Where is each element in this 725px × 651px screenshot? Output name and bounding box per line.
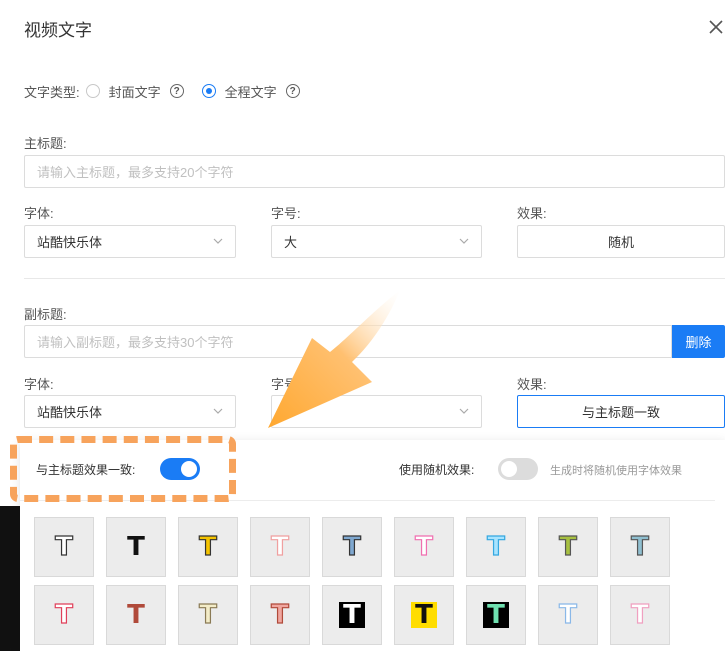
random-effect-toggle[interactable] <box>498 458 538 480</box>
tile-glyph: T <box>127 600 145 630</box>
effect-tile-white-pink-shadow[interactable]: T <box>610 585 670 645</box>
radio-cover-text[interactable] <box>85 84 100 98</box>
tile-glyph-box: T <box>339 602 365 628</box>
text-type-label: 文字类型: <box>24 84 80 100</box>
effect-tile-black-on-yellow[interactable]: T <box>394 585 454 645</box>
main-size-label: 字号: <box>271 206 301 221</box>
tile-glyph: T <box>199 600 218 630</box>
sub-title-label: 副标题: <box>24 307 67 322</box>
section-divider <box>24 278 725 279</box>
chevron-down-icon <box>459 408 469 414</box>
effect-tile-outline-white[interactable]: T <box>34 517 94 577</box>
sub-font-value: 站酷快乐体 <box>37 405 103 420</box>
highlight-box <box>10 436 236 502</box>
effect-tile-cyan-outline[interactable]: T <box>466 517 526 577</box>
effect-tile-blue-gray[interactable]: T <box>322 517 382 577</box>
main-size-select[interactable]: 大 <box>271 225 482 258</box>
effect-tile-white-on-black[interactable]: T <box>322 585 382 645</box>
effect-tile-solid-black[interactable]: T <box>106 517 166 577</box>
tile-glyph-box: T <box>483 602 509 628</box>
chevron-down-icon <box>213 238 223 244</box>
sub-font-label: 字体: <box>24 377 54 392</box>
main-font-label: 字体: <box>24 206 54 221</box>
tile-glyph: T <box>271 532 290 562</box>
text-type-row: 文字类型: 封面文字 ? 全程文字 ? <box>24 82 300 100</box>
tile-glyph: T <box>55 600 74 630</box>
tile-glyph: T <box>415 600 433 630</box>
main-effect-label: 效果: <box>517 206 547 221</box>
sub-effect-button[interactable]: 与主标题一致 <box>517 395 725 428</box>
tile-glyph: T <box>631 600 650 630</box>
tile-glyph-box: T <box>411 532 437 562</box>
tile-glyph-box: T <box>51 600 77 630</box>
tile-glyph-box: T <box>123 534 149 560</box>
tile-glyph-box: T <box>555 600 581 630</box>
main-title-label: 主标题: <box>24 136 67 151</box>
tile-glyph-box: T <box>267 532 293 562</box>
tile-glyph-box: T <box>339 532 365 562</box>
tile-glyph: T <box>487 532 506 562</box>
tile-glyph: T <box>271 600 290 630</box>
tile-glyph: T <box>559 600 578 630</box>
radio-full-text[interactable] <box>201 84 216 98</box>
tile-glyph-box: T <box>627 600 653 630</box>
tile-glyph-box: T <box>51 532 77 562</box>
help-icon[interactable]: ? <box>169 84 184 98</box>
tile-glyph: T <box>343 532 362 562</box>
pointer-arrow-icon <box>268 290 400 428</box>
tile-glyph: T <box>199 532 218 562</box>
main-effect-button[interactable]: 随机 <box>517 225 725 258</box>
tile-glyph: T <box>631 532 650 562</box>
effect-tile-pink-outline[interactable]: T <box>394 517 454 577</box>
effect-tile-yellow-outline[interactable]: T <box>178 517 238 577</box>
main-size-value: 大 <box>284 235 298 250</box>
tile-glyph-box: T <box>123 602 149 628</box>
toggle-knob <box>501 461 517 477</box>
sub-effect-label: 效果: <box>517 377 547 392</box>
effect-tile-salmon[interactable]: T <box>250 585 310 645</box>
tile-glyph-box: T <box>555 532 581 562</box>
tile-glyph: T <box>55 532 74 562</box>
radio-cover-text-label[interactable]: 封面文字 <box>109 82 161 101</box>
main-font-select[interactable]: 站酷快乐体 <box>24 225 236 258</box>
chevron-down-icon <box>459 238 469 244</box>
main-font-value: 站酷快乐体 <box>37 235 103 250</box>
tile-glyph: T <box>487 600 505 630</box>
effect-tile-red-outline[interactable]: T <box>34 585 94 645</box>
effect-tile-teal-gray[interactable]: T <box>610 517 670 577</box>
chevron-down-icon <box>213 408 223 414</box>
delete-button[interactable]: 删除 <box>672 325 725 358</box>
effect-tile-brown-red[interactable]: T <box>106 585 166 645</box>
effect-tile-mint-on-black[interactable]: T <box>466 585 526 645</box>
help-icon[interactable]: ? <box>285 84 300 98</box>
effect-tile-olive[interactable]: T <box>538 517 598 577</box>
random-effect-label: 使用随机效果: <box>399 463 475 477</box>
tile-glyph-box: T <box>627 532 653 562</box>
sub-font-select[interactable]: 站酷快乐体 <box>24 395 236 428</box>
tile-glyph: T <box>415 532 434 562</box>
effect-tile-cream[interactable]: T <box>178 585 238 645</box>
close-icon[interactable] <box>707 18 725 36</box>
effect-tile-pink-light[interactable]: T <box>250 517 310 577</box>
effect-tile-white-blue-shadow[interactable]: T <box>538 585 598 645</box>
tile-glyph-box: T <box>483 532 509 562</box>
popup-caret <box>706 428 724 440</box>
video-text-dialog: 视频文字 文字类型: 封面文字 ? 全程文字 ? 主标题: 请输入主标题，最多支… <box>0 0 725 651</box>
background-strip <box>0 506 20 651</box>
tile-glyph: T <box>343 600 361 630</box>
random-effect-hint: 生成时将随机使用字体效果 <box>550 465 682 477</box>
dialog-title: 视频文字 <box>24 21 92 40</box>
tile-glyph: T <box>559 532 578 562</box>
main-title-input[interactable]: 请输入主标题，最多支持20个字符 <box>24 155 725 188</box>
tile-glyph-box: T <box>267 600 293 630</box>
tile-glyph-box: T <box>411 602 437 628</box>
radio-full-text-label[interactable]: 全程文字 <box>225 82 277 101</box>
tile-glyph: T <box>127 532 145 562</box>
tile-glyph-box: T <box>195 532 221 562</box>
tile-glyph-box: T <box>195 600 221 630</box>
